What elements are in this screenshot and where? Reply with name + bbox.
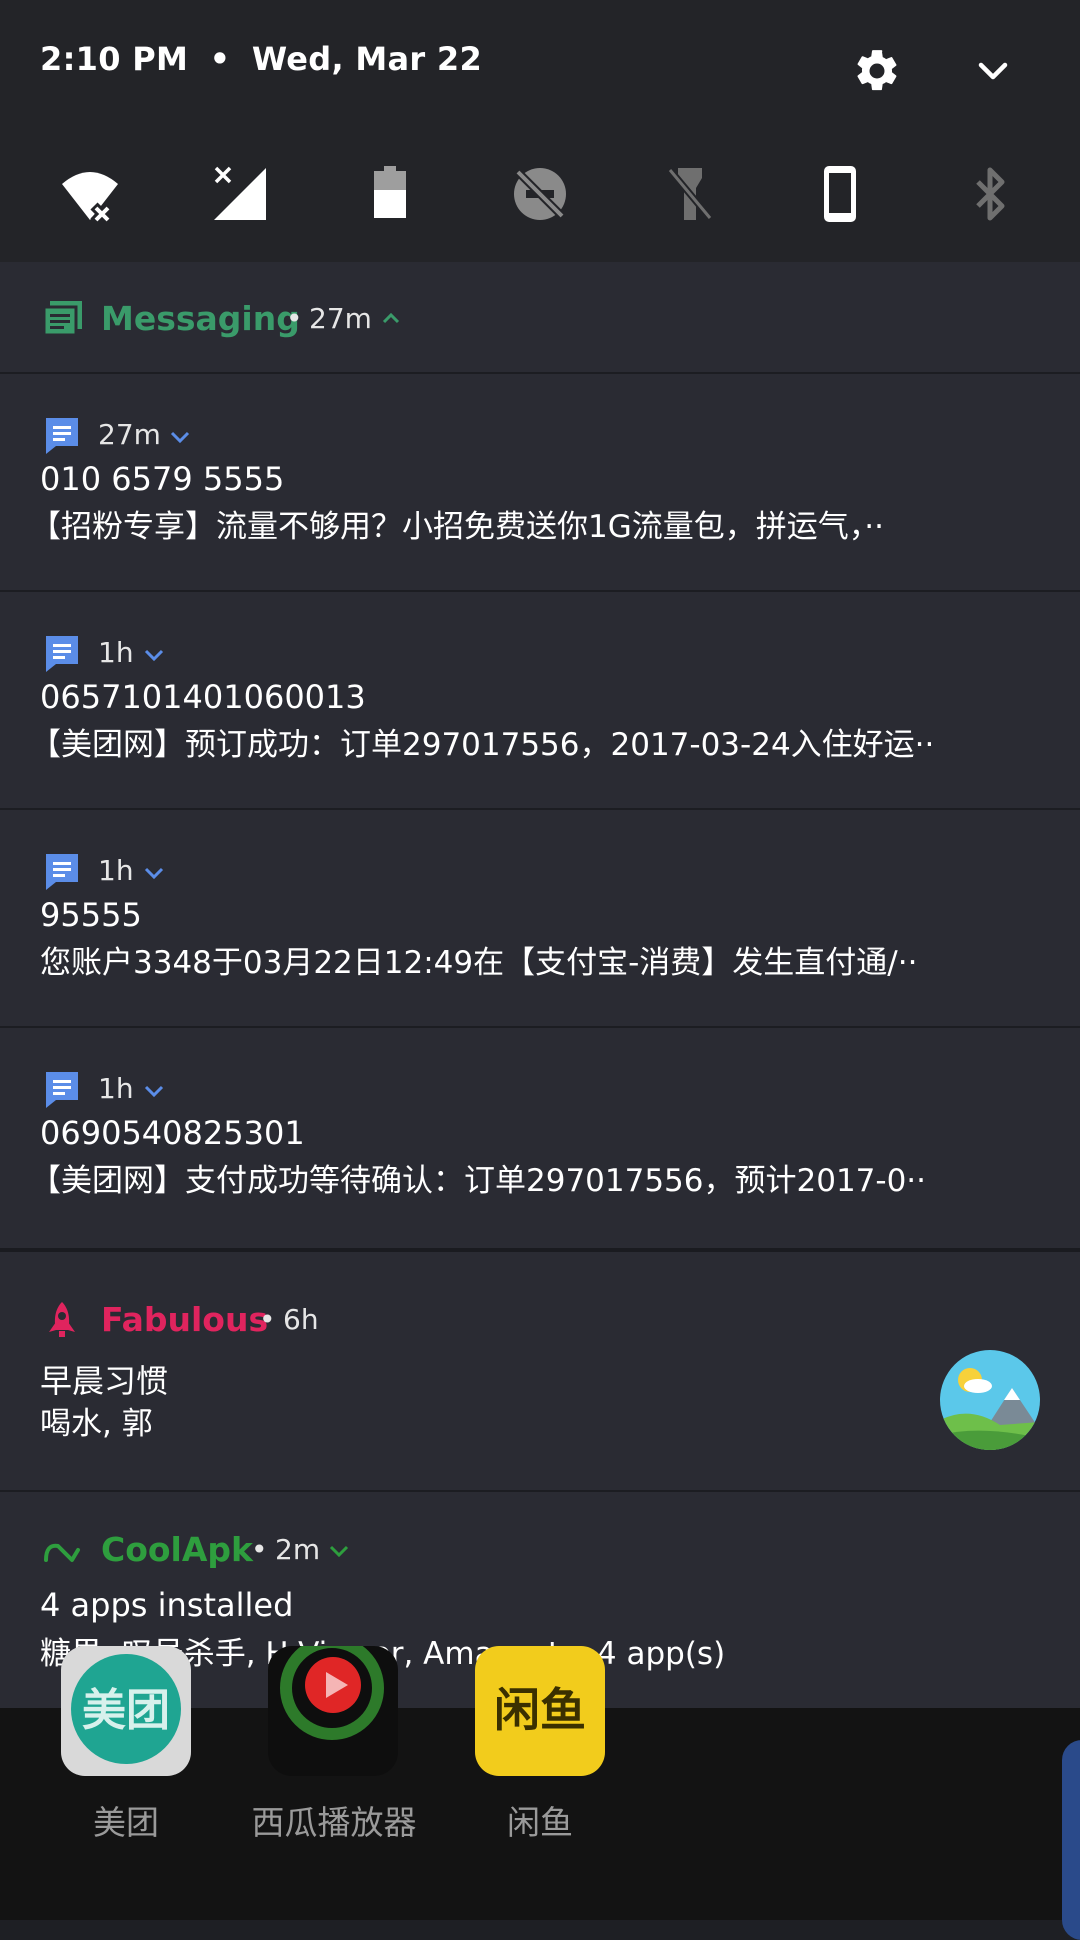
- coolapk-app-name: CoolApk: [101, 1530, 253, 1569]
- chevron-down-icon[interactable]: [328, 1544, 350, 1558]
- message-icon: [46, 854, 78, 890]
- messaging-time: 27m: [309, 302, 372, 335]
- xigua-player-app-icon[interactable]: [268, 1646, 398, 1776]
- phone-rotation-icon[interactable]: [808, 162, 872, 226]
- chevron-down-icon[interactable]: [143, 1084, 165, 1098]
- gear-icon[interactable]: [852, 46, 902, 96]
- chevron-down-icon[interactable]: [976, 56, 1010, 86]
- home-screen-background: 美团 美团 西瓜播放器 闲鱼 闲鱼: [0, 1646, 1080, 1940]
- time-text: 2:10 PM: [40, 40, 189, 78]
- coolapk-time: 2m: [275, 1533, 321, 1566]
- messaging-dot: •: [286, 302, 303, 335]
- message-time: 1h: [98, 636, 134, 669]
- coolapk-icon: [44, 1543, 80, 1562]
- message-notification[interactable]: 1h 95555 您账户3348于03月22日12:49在【支付宝-消费】发生直…: [0, 810, 1080, 1026]
- edge-panel-handle[interactable]: [1062, 1740, 1080, 1940]
- date-text: Wed, Mar 22: [251, 40, 483, 78]
- message-notification[interactable]: 1h 0657101401060013 【美团网】预订成功：订单29701755…: [0, 592, 1080, 808]
- xianyu-app-label[interactable]: 闲鱼: [475, 1796, 605, 1844]
- message-sender: 010 6579 5555: [40, 460, 285, 498]
- message-preview: 【美团网】支付成功等待确认：订单297017556，预计2017-0··: [30, 1163, 927, 1199]
- cellular-no-signal-icon[interactable]: [208, 162, 272, 226]
- fabulous-time: 6h: [283, 1303, 319, 1336]
- message-notification[interactable]: 1h 0690540825301 【美团网】支付成功等待确认：订单2970175…: [0, 1028, 1080, 1244]
- message-sender: 0657101401060013: [40, 678, 366, 716]
- separator-dot: •: [209, 40, 231, 78]
- message-time: 1h: [98, 854, 134, 887]
- messaging-app-icon: [42, 301, 82, 337]
- messaging-notification-group: Messaging • 27m 27m 010 6579 5555 【招粉专享】…: [0, 262, 1080, 1248]
- chevron-up-icon[interactable]: [382, 312, 400, 324]
- xianyu-icon-text: 闲鱼: [494, 1683, 586, 1737]
- battery-icon[interactable]: [358, 162, 422, 226]
- message-sender: 95555: [40, 896, 142, 934]
- fabulous-title: 早晨习惯: [40, 1362, 169, 1400]
- message-preview: 您账户3348于03月22日12:49在【支付宝-消费】发生直付通/··: [40, 945, 918, 981]
- message-icon: [46, 636, 78, 672]
- xigua-player-app-label[interactable]: 西瓜播放器: [234, 1796, 434, 1844]
- landscape-thumbnail-icon: [940, 1350, 1040, 1450]
- flashlight-off-icon[interactable]: [658, 162, 722, 226]
- chevron-down-icon[interactable]: [143, 648, 165, 662]
- xianyu-app-icon[interactable]: 闲鱼: [475, 1646, 605, 1776]
- bluetooth-off-icon[interactable]: [958, 162, 1022, 226]
- message-preview: 【招粉专享】流量不够用？小招免费送你1G流量包，拼运气，··: [30, 509, 884, 545]
- messaging-group-header[interactable]: Messaging • 27m: [0, 262, 1080, 372]
- message-sender: 0690540825301: [40, 1114, 305, 1152]
- do-not-disturb-off-icon[interactable]: [508, 162, 572, 226]
- messaging-app-name: Messaging: [101, 299, 300, 338]
- fabulous-dot: •: [259, 1303, 276, 1336]
- fabulous-notification[interactable]: Fabulous • 6h 早晨习惯 喝水, 郭: [0, 1252, 1080, 1490]
- play-icon: [305, 1657, 361, 1713]
- rocket-icon: [49, 1302, 75, 1337]
- chevron-down-icon[interactable]: [143, 866, 165, 880]
- quick-settings-header: 2:10 PM • Wed, Mar 22: [0, 0, 1080, 262]
- coolapk-dot: •: [251, 1533, 268, 1566]
- message-notification[interactable]: 27m 010 6579 5555 【招粉专享】流量不够用？小招免费送你1G流量…: [0, 374, 1080, 590]
- fabulous-app-name: Fabulous: [101, 1300, 269, 1339]
- fabulous-text: 喝水, 郭: [40, 1406, 153, 1442]
- coolapk-title: 4 apps installed: [40, 1586, 294, 1624]
- meituan-app-label[interactable]: 美团: [61, 1796, 191, 1844]
- message-icon: [46, 1072, 78, 1108]
- message-time: 1h: [98, 1072, 134, 1105]
- chevron-down-icon[interactable]: [169, 430, 191, 444]
- meituan-app-icon[interactable]: 美团: [61, 1646, 191, 1776]
- wifi-off-icon[interactable]: [58, 162, 122, 226]
- message-icon: [46, 418, 78, 454]
- message-time: 27m: [98, 418, 161, 451]
- meituan-icon-text: 美团: [82, 1685, 170, 1736]
- message-preview: 【美团网】预订成功：订单297017556，2017-03-24入住好运··: [30, 727, 935, 763]
- status-clock: 2:10 PM • Wed, Mar 22: [40, 40, 482, 78]
